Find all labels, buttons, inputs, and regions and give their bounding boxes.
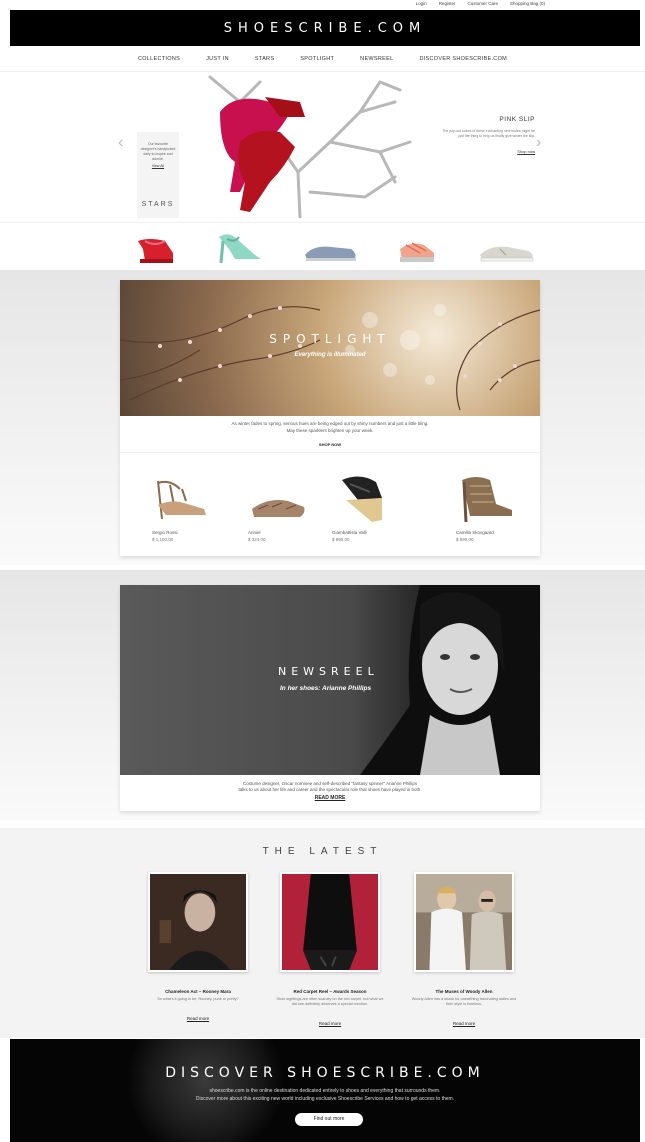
site-header: SHOESCRIBE.COM	[10, 10, 640, 46]
product-name: Giambattista Valli	[332, 530, 367, 535]
newsreel-portrait	[360, 585, 540, 775]
latest-section: THE LATEST Chameleon Act – Rooney Mara S…	[0, 828, 645, 1038]
thumb-red-platform-shoe[interactable]	[135, 235, 177, 265]
shopping-bag-link[interactable]: Shopping Bag (0)	[510, 1, 545, 6]
stars-thumbnail-strip	[0, 222, 645, 268]
product-image-snake-flat	[252, 500, 305, 517]
nav-item-spotlight[interactable]: SPOTLIGHT	[300, 56, 334, 62]
product-name: Anniel	[248, 530, 261, 535]
hero-carousel: ‹ Our favourite designer's handpicked da…	[0, 72, 645, 218]
latest-photo-woody-allen[interactable]	[414, 872, 514, 972]
latest-item-title: Red Carpet Reel – Awards Season	[293, 989, 367, 994]
product-card[interactable]: Anniel $ 324.00	[248, 475, 338, 542]
spotlight-title: SPOTLIGHT	[269, 332, 391, 346]
spotlight-branches	[120, 304, 540, 411]
newsreel-read-more-link[interactable]: READ MORE	[120, 795, 540, 801]
newsreel-description: Costume designer, Oscar nominee and self…	[120, 781, 540, 793]
discover-text-line-1: shoescribe.com is the online destination…	[209, 1088, 441, 1094]
product-image-gold-sandal	[157, 480, 206, 520]
nav-item-just-in[interactable]: JUST IN	[206, 56, 229, 62]
product-image-bronze-bootie	[462, 477, 512, 523]
stars-panel: Our favourite designer's handpicked dail…	[137, 132, 179, 218]
latest-item-desc: Woody Allen has a knack for unearthing f…	[411, 997, 517, 1006]
newsreel-subtitle: In her shoes: Arianne Phillips	[280, 685, 372, 692]
carousel-next-arrow-icon[interactable]: ›	[536, 134, 541, 152]
discover-text-line-2: Discover more about this exciting new wo…	[195, 1096, 455, 1102]
latest-item-title: The Muses of Woody Allen	[435, 989, 493, 994]
spotlight-text-line-2: May these sparklers brighten up your wee…	[286, 428, 374, 433]
latest-heading: THE LATEST	[262, 846, 383, 857]
product-price: $ 324.00	[248, 537, 266, 542]
latest-read-more-link[interactable]: Read more	[143, 1016, 253, 1021]
shop-now-link[interactable]: Shop now	[440, 149, 535, 154]
product-name: Camilla Skovgaard	[456, 530, 494, 535]
thumb-coral-sandal-shoe[interactable]	[396, 233, 438, 265]
login-link[interactable]: Login	[416, 1, 427, 6]
discover-description: shoescribe.com is the online destination…	[10, 1087, 640, 1103]
latest-item: Red Carpet Reel – Awards Season Shoe sig…	[275, 872, 385, 1026]
latest-read-more-link[interactable]: Read more	[409, 1021, 519, 1026]
product-card[interactable]: Giambattista Valli $ 890.00	[332, 470, 422, 542]
latest-item-desc: Shoe sightings are often scarcity on the…	[276, 997, 384, 1006]
newsreel-title: NEWSREEL	[278, 665, 379, 678]
nav-item-stars[interactable]: STARS	[255, 56, 274, 62]
newsreel-image[interactable]: NEWSREEL In her shoes: Arianne Phillips	[120, 585, 540, 775]
nav-item-collections[interactable]: COLLECTIONS	[138, 56, 180, 62]
pink-slip-desc: The pop-out colors of these enchanting n…	[442, 129, 535, 138]
stars-blurb: Our favourite designer's handpicked dail…	[140, 142, 176, 161]
product-card[interactable]: Sergio Rossi $ 1,150.00	[152, 475, 242, 542]
latest-photo-red-carpet[interactable]	[280, 872, 380, 972]
spotlight-image[interactable]: SPOTLIGHT Everything is illuminated	[120, 280, 540, 416]
view-all-link[interactable]: View All	[137, 164, 179, 168]
spotlight-divider	[120, 452, 540, 453]
register-link[interactable]: Register	[439, 1, 456, 6]
utility-links: Login Register Customer Care Shopping Ba…	[416, 1, 545, 6]
latest-item-desc: So what's it going to be, Rooney, punk o…	[157, 997, 239, 1001]
thumb-mint-heel-shoe[interactable]	[215, 229, 265, 265]
product-price: $ 890.00	[332, 537, 350, 542]
latest-photo-rooney-mara[interactable]	[148, 872, 248, 972]
spotlight-shop-now-link[interactable]: SHOP NOW	[120, 442, 540, 447]
nav-item-newsreel[interactable]: NEWSREEL	[360, 56, 393, 62]
newsreel-text-line-2: talks to us about her life and career an…	[238, 787, 422, 792]
carousel-prev-arrow-icon[interactable]: ‹	[118, 134, 123, 152]
newsreel-card: NEWSREEL In her shoes: Arianne Phillips …	[120, 585, 540, 811]
pink-slip-panel: PINK SLIP The pop-out colors of these en…	[440, 116, 535, 154]
latest-item: Chameleon Act – Rooney Mara So what's it…	[143, 872, 253, 1021]
nav-item-discover[interactable]: DISCOVER SHOESCRIBE.COM	[419, 56, 507, 62]
main-nav: COLLECTIONS JUST IN STARS SPOTLIGHT NEWS…	[0, 46, 645, 72]
customer-care-link[interactable]: Customer Care	[467, 1, 498, 6]
stars-label: STARS	[141, 201, 175, 208]
utility-bar: Login Register Customer Care Shopping Ba…	[0, 0, 645, 10]
latest-read-more-link[interactable]: Read more	[275, 1021, 385, 1026]
product-image-black-wedge	[342, 476, 382, 522]
thumb-blue-loafer-shoe[interactable]	[303, 239, 359, 263]
discover-title: DISCOVER SHOESCRIBE.COM	[165, 1065, 485, 1081]
spotlight-text-line-1: As winter fades to spring, serious hues …	[231, 421, 429, 426]
pink-slip-title: PINK SLIP	[499, 116, 535, 123]
spotlight-description: As winter fades to spring, serious hues …	[120, 420, 540, 434]
spotlight-card: SPOTLIGHT Everything is illuminated As w…	[120, 280, 540, 556]
latest-item: The Muses of Woody Allen Woody Allen has…	[409, 872, 519, 1026]
find-out-more-button[interactable]: Find out more	[295, 1113, 363, 1126]
latest-item-title: Chameleon Act – Rooney Mara	[165, 989, 231, 994]
discover-banner: DISCOVER SHOESCRIBE.COM shoescribe.com i…	[10, 1039, 640, 1142]
product-price: $ 1,150.00	[152, 537, 174, 542]
spotlight-subtitle: Everything is illuminated	[294, 352, 366, 358]
thumb-grey-sneaker-shoe[interactable]	[478, 241, 536, 263]
product-price: $ 590.00	[456, 537, 474, 542]
hero-shoe-image[interactable]	[180, 72, 420, 218]
product-name: Sergio Rossi	[152, 530, 178, 535]
site-logo[interactable]: SHOESCRIBE.COM	[224, 21, 426, 36]
product-card[interactable]: Camilla Skovgaard $ 590.00	[456, 470, 546, 542]
